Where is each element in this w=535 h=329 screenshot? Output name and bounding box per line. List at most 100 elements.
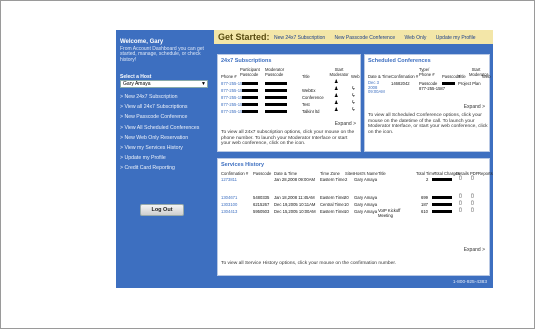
col-start-moderator: Start Moderator [329, 67, 349, 77]
hist-timezone: Central Time [320, 202, 344, 207]
details-document-icon[interactable]: ▯ [459, 208, 462, 213]
moderator-icon[interactable]: ♟ [334, 94, 338, 99]
moderator-icon[interactable]: ♟ [334, 80, 338, 85]
main-content: Get Started: New 24x7 Subscription New P… [214, 30, 493, 288]
hist-confirmation-link[interactable]: 1273811 [221, 177, 237, 182]
redacted-passcode [242, 110, 258, 113]
details-document-icon[interactable]: ▯ [459, 201, 462, 206]
pdf-document-icon[interactable]: ▯ [471, 201, 474, 206]
services-history-title: Services History [221, 162, 265, 168]
redacted-passcode [265, 96, 287, 99]
col-total-time: Total Time [416, 171, 436, 176]
sidebar-item-web-only[interactable]: > New Web Only Reservation [120, 135, 214, 141]
redacted-passcode [265, 82, 287, 85]
col-title: Title [458, 74, 466, 79]
web-lightning-icon[interactable]: ϟ [352, 87, 355, 92]
hist-host: Gary Amaya [354, 195, 378, 200]
hist-datetime: Dec 19,2005 10:11AM [274, 202, 316, 207]
history-help-text: To view all Service History options, cli… [221, 261, 397, 266]
details-document-icon[interactable]: ▯ [459, 194, 462, 199]
hist-host: Gary Amaya [354, 177, 378, 182]
sidebar-item-services-history[interactable]: > View my Services History [120, 145, 214, 151]
get-started-title: Get Started: [218, 32, 270, 42]
services-history-panel: Services History Confirmation # Passcode… [217, 158, 493, 276]
col-time-zone: Time Zone [320, 171, 340, 176]
sidebar-item-update-profile[interactable]: > Update my Profile [120, 155, 214, 161]
chevron-down-icon: ▼ [201, 81, 206, 87]
hist-passcode: 5950503 [253, 209, 270, 214]
col-date-time: Date & Time [368, 74, 392, 79]
subscriptions-expand-link[interactable]: Expand > [335, 121, 356, 127]
web-lightning-icon[interactable]: ϟ [352, 101, 355, 106]
scheduled-panel: Scheduled Conferences Date & Time Confir… [364, 54, 491, 152]
col-participant-passcode: Participant Passcode [240, 67, 260, 77]
welcome-box: Welcome, Gary From Account Dashboard you… [120, 39, 212, 63]
sidebar-item-new-subscription[interactable]: > New 24x7 Subscription [120, 94, 214, 100]
sidebar-item-credit-card[interactable]: > Credit Card Reporting [120, 165, 214, 171]
redacted-passcode [442, 82, 455, 85]
footer-phone: 1-800-925-4383 [452, 280, 487, 285]
col-title: Title [302, 74, 310, 79]
hist-sites: 20 [344, 195, 349, 200]
hist-host: Gary Amaya [354, 202, 378, 207]
redacted-passcode [242, 82, 258, 85]
logout-button[interactable]: Log Out [140, 204, 184, 216]
sched-datetime-link[interactable]: Dec 3 2008 09:00AM [368, 80, 388, 95]
col-web: Web [482, 74, 491, 79]
redacted-charges [432, 210, 452, 213]
scheduled-title: Scheduled Conferences [368, 58, 431, 64]
sidebar: Welcome, Gary From Account Dashboard you… [116, 30, 214, 288]
sub-title: WebEx [302, 88, 316, 93]
history-expand-link[interactable]: Expand > [464, 247, 485, 253]
col-details: Details [456, 171, 469, 176]
pdf-document-icon[interactable]: ▯ [471, 208, 474, 213]
hist-sites: 10 [344, 202, 349, 207]
sidebar-item-view-subscriptions[interactable]: > View all 24x7 Subscriptions [120, 104, 214, 110]
hist-total-time: 187 [421, 202, 428, 207]
col-reports: Reports [478, 171, 493, 176]
hist-total-time: 699 [421, 195, 428, 200]
hist-confirmation-link[interactable]: 1303100 [221, 202, 237, 207]
hist-host: Gary Amaya [354, 209, 378, 214]
hist-confirmation-link[interactable]: 1304413 [221, 209, 237, 214]
hist-timezone: Eastern Time [320, 177, 345, 182]
moderator-icon[interactable]: ♟ [334, 87, 338, 92]
col-moderator-passcode: Moderator Passcode [265, 67, 285, 77]
scheduled-help-text: To view all Scheduled Conference options… [368, 113, 488, 135]
gs-link-new-subscription[interactable]: New 24x7 Subscription [274, 35, 325, 41]
col-phone: Phone # [221, 74, 237, 79]
col-host-name: Host's Name [354, 171, 378, 176]
redacted-passcode [265, 110, 287, 113]
get-started-bar: Get Started: New 24x7 Subscription New P… [214, 30, 493, 44]
sched-confirmation: 14682042 [391, 81, 410, 86]
col-start-moderator: Start Moderator [469, 67, 489, 77]
sidebar-item-view-scheduled[interactable]: > View All Scheduled Conferences [120, 125, 214, 131]
redacted-passcode [265, 103, 287, 106]
sidebar-nav: > New 24x7 Subscription > View all 24x7 … [120, 94, 214, 176]
web-lightning-icon[interactable]: ϟ [352, 108, 355, 113]
col-title: Title [378, 171, 386, 176]
moderator-icon[interactable]: ♟ [334, 108, 338, 113]
sidebar-item-new-passcode-conference[interactable]: > New Passcode Conference [120, 114, 214, 120]
hist-total-time: 610 [421, 209, 428, 214]
hist-sites: 10 [344, 209, 349, 214]
gs-link-new-passcode[interactable]: New Passcode Conference [335, 35, 396, 41]
hist-timezone: Eastern Time [320, 209, 345, 214]
hist-datetime: Jan 18,2008 11:45AM [274, 195, 315, 200]
subscriptions-panel: 24x7 Subscriptions Phone # Participant P… [217, 54, 361, 152]
subscriptions-help-text: To view all 24x7 subscription options, c… [221, 130, 355, 147]
gs-link-update-profile[interactable]: Update my Profile [436, 35, 476, 41]
sub-title: Conference [302, 95, 324, 100]
pdf-document-icon[interactable]: ▯ [471, 176, 474, 181]
sched-title: Project Plan [458, 81, 481, 86]
scheduled-expand-link[interactable]: Expand > [464, 104, 485, 110]
pdf-document-icon[interactable]: ▯ [471, 194, 474, 199]
host-select-value: Gary Amaya [123, 81, 151, 87]
details-document-icon[interactable]: ▯ [459, 176, 462, 181]
gs-link-web-only[interactable]: Web Only [405, 35, 427, 41]
host-select[interactable]: Gary Amaya ▼ [120, 80, 208, 88]
hist-confirmation-link[interactable]: 1304671 [221, 195, 237, 200]
moderator-icon[interactable]: ♟ [334, 101, 338, 106]
web-lightning-icon[interactable]: ϟ [352, 94, 355, 99]
col-confirmation: Confirmation # [221, 171, 249, 176]
